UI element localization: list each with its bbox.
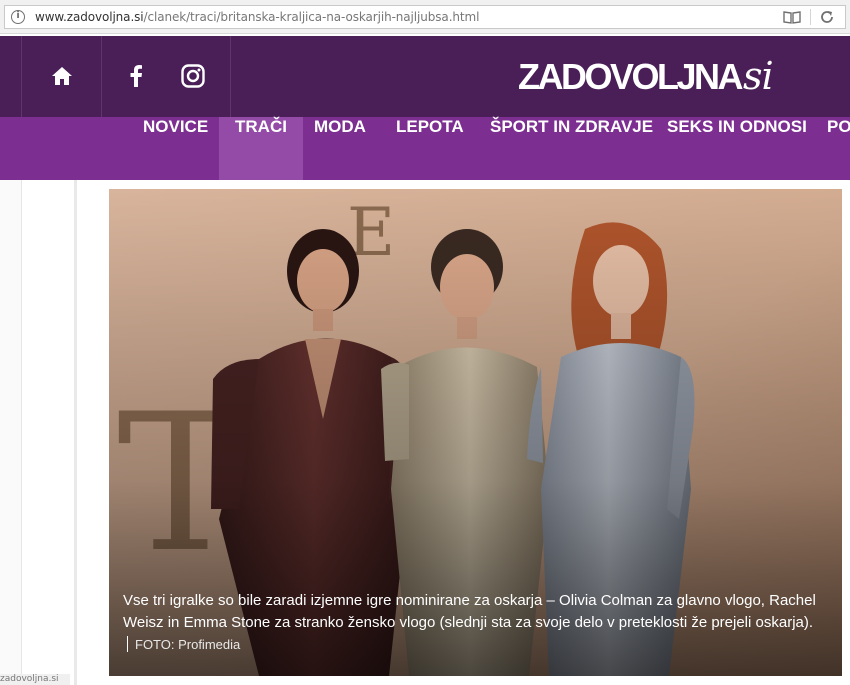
info-icon[interactable]: i — [11, 10, 25, 24]
instagram-icon[interactable] — [181, 64, 205, 88]
caption-text: Vse tri igralke so bile zaradi izjemne i… — [123, 592, 816, 631]
photo-credit: FOTO: Profimedia — [135, 637, 241, 652]
header-left-strip — [0, 36, 22, 117]
nav-item-more[interactable]: PO — [827, 117, 850, 180]
article-photo[interactable]: E T Vse tri igralke — [109, 189, 842, 676]
home-button[interactable] — [22, 36, 102, 117]
social-links — [102, 36, 231, 117]
url-host: www.zadovoljna.si — [35, 10, 144, 24]
content-rule — [74, 180, 77, 685]
nav-item-seks-in-odnosi[interactable]: SEKS IN ODNOSI — [667, 117, 807, 180]
url-field[interactable]: i www.zadovoljna.si/clanek/traci/britans… — [4, 5, 846, 29]
caption-text-block: Vse tri igralke so bile zaradi izjemne i… — [123, 590, 822, 656]
logo-suffix: si — [743, 54, 774, 98]
browser-address-bar: i www.zadovoljna.si/clanek/traci/britans… — [0, 0, 850, 34]
toolbar-separator — [810, 9, 811, 25]
site-header: ZADOVOLJNAsi — [0, 36, 850, 117]
url-path: /clanek/traci/britanska-kraljica-na-oska… — [143, 10, 480, 24]
page-body: E T Vse tri igralke — [0, 180, 850, 685]
logo-main: ZADOVOLJNA — [518, 56, 744, 97]
facebook-icon[interactable] — [129, 65, 143, 87]
reload-icon[interactable] — [819, 9, 835, 25]
nav-item-novice[interactable]: NOVICE — [143, 117, 208, 180]
left-gutter — [0, 180, 22, 685]
url-text[interactable]: www.zadovoljna.si/clanek/traci/britanska… — [35, 10, 479, 24]
nav-item-moda[interactable]: MODA — [314, 117, 366, 180]
site-logo[interactable]: ZADOVOLJNAsi — [518, 54, 774, 98]
photo-caption: Vse tri igralke so bile zaradi izjemne i… — [109, 580, 842, 676]
nav-item-traci[interactable]: TRAČI — [219, 117, 303, 180]
caption-separator — [127, 636, 128, 652]
nav-item-lepota[interactable]: LEPOTA — [396, 117, 464, 180]
nav-item-sport-in-zdravje[interactable]: ŠPORT IN ZDRAVJE — [490, 117, 653, 180]
reader-mode-icon[interactable] — [783, 10, 801, 24]
home-icon — [52, 67, 72, 85]
main-nav: NOVICE TRAČI MODA LEPOTA ŠPORT IN ZDRAVJ… — [0, 117, 850, 180]
status-bar-url: zadovoljna.si — [0, 674, 70, 685]
